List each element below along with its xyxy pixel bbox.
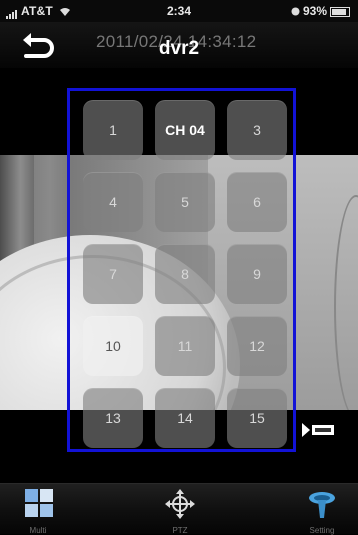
- navigation-bar: 2011/02/24 14:34:12 dvr2: [0, 22, 358, 68]
- ptz-button[interactable]: PTZ: [150, 486, 210, 535]
- ptz-label: PTZ: [172, 526, 188, 535]
- channel-button-5[interactable]: 5: [155, 172, 215, 232]
- multi-view-button[interactable]: Multi: [8, 486, 68, 535]
- status-bar: AT&T 2:34 93%: [0, 0, 358, 22]
- channel-button-ch04[interactable]: CH 04: [155, 100, 215, 160]
- channel-button-6[interactable]: 6: [227, 172, 287, 232]
- channel-button-1[interactable]: 1: [83, 100, 143, 160]
- settings-button[interactable]: Setting: [292, 486, 352, 535]
- channel-button-12[interactable]: 12: [227, 316, 287, 376]
- bottom-toolbar: Multi PTZ Setting: [0, 483, 358, 535]
- channel-button-7[interactable]: 7: [83, 244, 143, 304]
- page-title: dvr2: [158, 38, 200, 59]
- move-arrows-icon: [165, 489, 195, 519]
- channel-button-3[interactable]: 3: [227, 100, 287, 160]
- battery-icon: [330, 6, 350, 17]
- battery-percent: 93%: [302, 4, 327, 18]
- channel-button-11[interactable]: 11: [155, 316, 215, 376]
- channel-button-13[interactable]: 13: [83, 388, 143, 448]
- settings-icon: [309, 492, 335, 518]
- grid-layout-icon: [25, 489, 53, 517]
- channel-button-4[interactable]: 4: [83, 172, 143, 232]
- multi-view-label: Multi: [29, 526, 47, 535]
- channel-button-10[interactable]: 10: [83, 316, 143, 376]
- channel-button-8[interactable]: 8: [155, 244, 215, 304]
- fullscreen-toggle-icon[interactable]: [300, 421, 336, 439]
- channel-button-15[interactable]: 15: [227, 388, 287, 448]
- channel-button-14[interactable]: 14: [155, 388, 215, 448]
- channel-button-9[interactable]: 9: [227, 244, 287, 304]
- settings-label: Setting: [309, 526, 335, 535]
- lock-rotation-icon: [291, 7, 300, 16]
- battery-status: 93%: [291, 4, 350, 18]
